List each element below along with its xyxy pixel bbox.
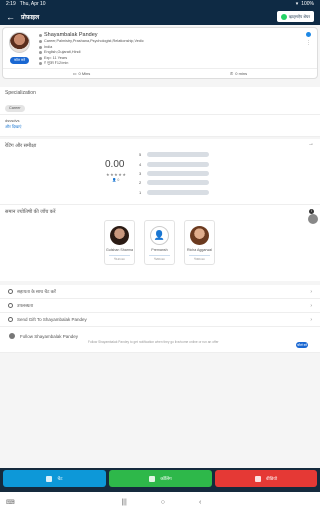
astrologer-name: Shayambalak Pandey — [44, 32, 98, 38]
price-icon — [39, 62, 42, 66]
review-count: 👤 0 — [112, 178, 120, 182]
language-icon — [39, 51, 42, 55]
ratings-section: रेटिंग और समीक्षा → 0.00 ★★★★★ 👤 0 5 4 3… — [0, 139, 320, 205]
video-icon — [254, 475, 261, 482]
astrologer-card-name: Premansh — [151, 248, 168, 252]
chat-button[interactable]: चैट — [3, 470, 106, 487]
action-bar: चैट कॉलिंग वीडियो — [0, 468, 320, 492]
rating-bar — [147, 189, 210, 195]
system-nav-bar: ⌨ ||| ○ ‹ — [0, 492, 320, 512]
follow-title: Follow Shayambalak Pandey — [20, 334, 79, 339]
rating-bar — [147, 152, 210, 158]
video-call-button[interactable]: वीडियो — [215, 470, 317, 487]
profile-card: कॉल करें Shayambalak Pandey Career,Palmi… — [2, 27, 318, 79]
phone-icon — [149, 475, 156, 482]
call-minutes: ✆ 0 mins — [229, 71, 248, 76]
specialization-title: Specialization — [5, 90, 36, 96]
profile-info: Shayambalak Pandey Career,Palmistry,Pras… — [39, 32, 144, 67]
chat-icon: ▭ — [72, 71, 77, 76]
user-placeholder-icon: 👤 — [150, 226, 169, 245]
edit-fab-icon[interactable] — [308, 214, 318, 224]
rating-bar — [147, 180, 210, 186]
rating-bar-row: 1 — [139, 188, 210, 197]
status-date: Thu, Apr 10 — [19, 1, 46, 7]
rating-bar-row: 4 — [139, 159, 210, 168]
home-icon[interactable]: ○ — [161, 499, 165, 506]
avatar — [9, 32, 30, 53]
experience-icon — [39, 56, 42, 60]
status-time: 2:19 — [6, 1, 16, 7]
specialization-chip: Career — [5, 104, 25, 112]
ratings-arrow-icon[interactable]: → — [308, 141, 314, 147]
astrologer-card-price: ₹30/min — [189, 255, 210, 261]
chat-icon — [46, 475, 53, 482]
rating-bar — [147, 161, 210, 167]
astrologer-card[interactable]: 👤 Premansh ₹20/min — [144, 220, 175, 265]
rating-bar-row: 5 — [139, 150, 210, 159]
astrologer-photo — [190, 226, 209, 245]
calendar-icon — [8, 303, 13, 308]
battery-level: 100% — [301, 1, 314, 7]
options-list: सहायता के साथ चैट करें › उपलब्धता › Send G… — [0, 285, 320, 353]
rating-bar-row: 2 — [139, 178, 210, 187]
follow-button[interactable]: फॉलो करें — [296, 342, 308, 348]
person-icon — [39, 34, 42, 37]
astrologer-card-name: Richa Aggarwal — [187, 248, 212, 252]
show-more-link[interactable]: और दिखाएं — [5, 124, 315, 130]
specialization-section: Specialization Career — [0, 87, 320, 115]
astrologer-card-price: ₹12/min — [109, 255, 130, 261]
status-bar: 2:19 Thu, Apr 10 ▾ 100% — [0, 0, 320, 8]
chat-minutes: ▭ 0 Mins — [72, 71, 91, 76]
back-nav-icon[interactable]: ‹ — [199, 499, 201, 506]
astrologer-price: ₹ मुफ्त ₹12/min — [44, 61, 69, 65]
main-content: कॉल करें Shayambalak Pandey Career,Palmi… — [0, 25, 320, 468]
help-chat-item[interactable]: सहायता के साथ चैट करें › — [0, 285, 320, 299]
astrologer-card[interactable]: Gulshan Sharma ₹12/min — [104, 220, 135, 265]
chevron-right-icon: › — [310, 302, 312, 309]
astrologer-card[interactable]: Richa Aggarwal ₹30/min — [184, 220, 215, 265]
ratings-title: रेटिंग और समीक्षा — [5, 143, 37, 149]
description-text: dsvsdvs — [5, 118, 20, 123]
send-gift-item[interactable]: Send Gift To Shayambalak Pandey › — [0, 313, 320, 327]
chevron-right-icon: › — [310, 316, 312, 323]
astrologer-photo — [110, 226, 129, 245]
similar-astrologers-section: समान ज्योतिषी की जाँच करें i Gulshan Sha… — [0, 205, 320, 281]
whatsapp-share-button[interactable]: व्हाट्सऐप शेयर — [276, 11, 314, 22]
rating-stars: ★★★★★ — [106, 172, 127, 177]
location-icon — [39, 45, 42, 49]
rating-bars: 5 4 3 2 1 — [139, 150, 210, 197]
follow-item: Follow Shayambalak Pandey Follow Shayamb… — [0, 327, 320, 353]
astrologer-card-price: ₹20/min — [149, 255, 170, 261]
call-now-button[interactable]: कॉल करें — [10, 57, 29, 64]
keyboard-icon[interactable]: ⌨ — [6, 499, 15, 506]
follow-subtitle: Follow Shayambalak Pandey to get notific… — [88, 340, 219, 344]
help-icon — [8, 289, 13, 294]
description-section: dsvsdvs और दिखाएं — [0, 115, 320, 137]
rating-bar-row: 3 — [139, 169, 210, 178]
call-button[interactable]: कॉलिंग — [109, 470, 212, 487]
verified-icon — [306, 32, 311, 37]
similar-astrologers-title: समान ज्योतिषी की जाँच करें — [5, 209, 56, 215]
page-title: प्रोफ़ाइल — [21, 14, 40, 21]
recents-icon[interactable]: ||| — [121, 499, 126, 506]
add-person-icon — [9, 333, 15, 339]
phone-icon: ✆ — [229, 71, 234, 76]
skills-icon — [39, 40, 42, 44]
whatsapp-share-label: व्हाट्सऐप शेयर — [288, 13, 310, 19]
wifi-icon: ▾ — [295, 1, 299, 7]
availability-item[interactable]: उपलब्धता › — [0, 299, 320, 313]
rating-bar — [147, 170, 210, 176]
whatsapp-icon — [280, 13, 287, 20]
average-rating: 0.00 — [105, 159, 125, 170]
more-options-icon[interactable]: ⋮ — [306, 40, 311, 46]
minutes-row: ▭ 0 Mins ✆ 0 mins — [3, 68, 317, 78]
top-bar: ← प्रोफ़ाइल व्हाट्सऐप शेयर — [0, 8, 320, 25]
chevron-right-icon: › — [310, 288, 312, 295]
gift-icon — [8, 317, 13, 322]
astrologer-skills: Career,Palmistry,Prashana,Psychologist,R… — [44, 39, 144, 43]
astrologer-card-name: Gulshan Sharma — [106, 248, 133, 252]
back-arrow-icon[interactable]: ← — [6, 12, 15, 22]
